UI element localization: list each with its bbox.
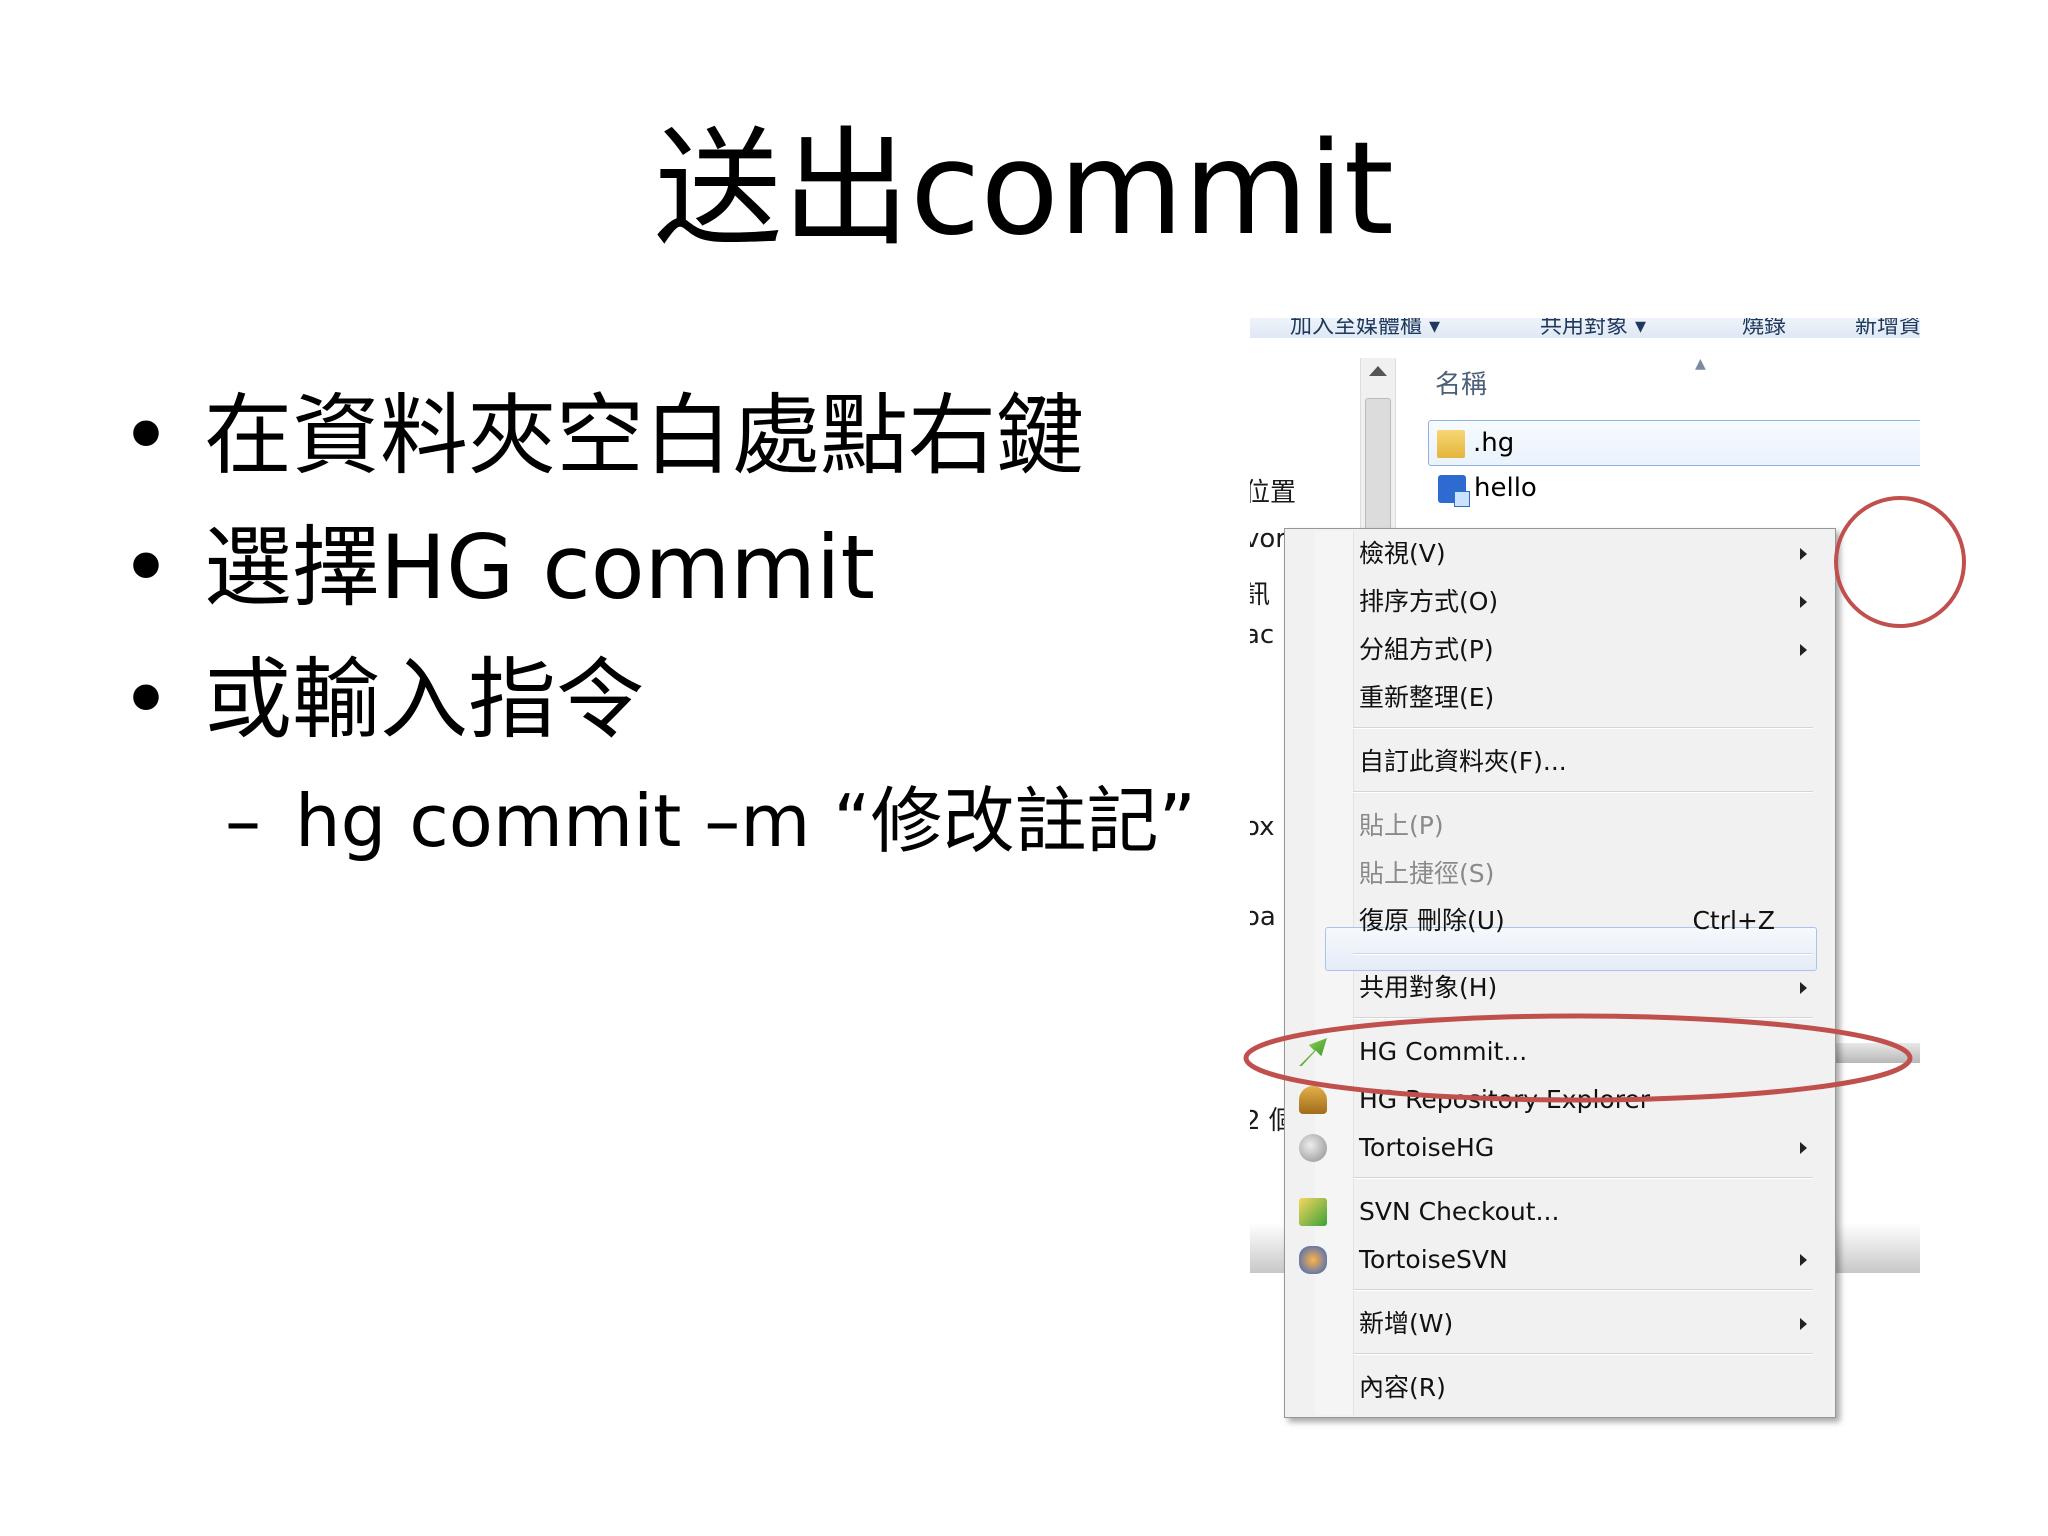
annotation-overlay [1243, 496, 1966, 1103]
annotation-circle [1834, 496, 1966, 628]
annotation-ellipse [1243, 1013, 1913, 1103]
slide: 送出commit • 在資料夾空白處點右鍵 • 選擇HG commit • 或輸… [0, 0, 2048, 1536]
